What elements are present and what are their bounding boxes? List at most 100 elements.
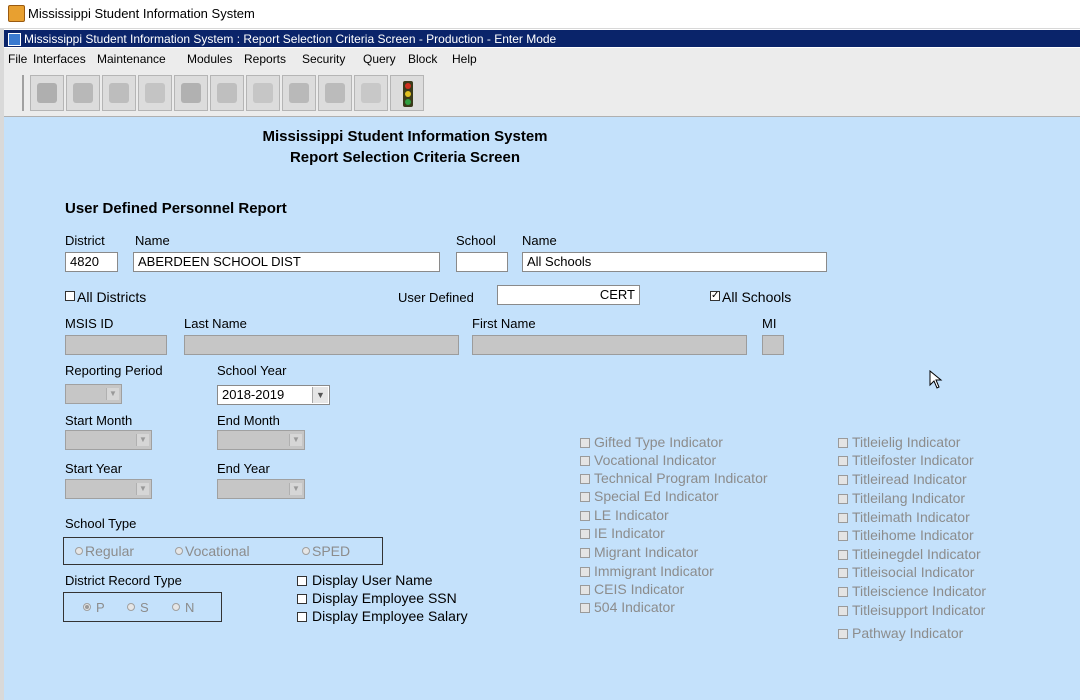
save-icon[interactable] [30, 75, 64, 111]
user-defined-label: User Defined [398, 290, 474, 305]
special-ed-indicator-checkbox[interactable] [580, 492, 590, 502]
record-type-n-label: N [185, 600, 195, 615]
district-label: District [65, 233, 105, 248]
titleielig-indicator-checkbox[interactable] [838, 438, 848, 448]
special-ed-indicator-label: Special Ed Indicator [594, 488, 719, 504]
reporting-period-select[interactable]: ▼ [65, 384, 122, 404]
district-name-label: Name [135, 233, 170, 248]
district-name-field[interactable]: ABERDEEN SCHOOL DIST [133, 252, 440, 272]
last-name-label: Last Name [184, 316, 247, 331]
display-employee-ssn-checkbox[interactable] [297, 594, 307, 604]
school-type-label: School Type [65, 516, 137, 531]
mi-field[interactable] [762, 335, 784, 355]
titleisupport-indicator-checkbox[interactable] [838, 606, 848, 616]
titleilang-indicator-checkbox[interactable] [838, 494, 848, 504]
school-type-vocational-radio[interactable] [175, 547, 183, 555]
end-month-select[interactable]: ▼ [217, 430, 305, 450]
titleifoster-indicator-checkbox[interactable] [838, 456, 848, 466]
menu-interfaces[interactable]: Interfaces [33, 52, 86, 66]
chevron-down-icon: ▼ [106, 388, 119, 400]
start-year-label: Start Year [65, 461, 123, 476]
titleiread-indicator-checkbox[interactable] [838, 475, 848, 485]
menu-block[interactable]: Block [408, 52, 437, 66]
edit-icon[interactable] [66, 75, 100, 111]
technical-program-indicator-checkbox[interactable] [580, 474, 590, 484]
titleinegdel-indicator-label: Titleinegdel Indicator [852, 546, 981, 562]
school-type-regular-radio[interactable] [75, 547, 83, 555]
menu-modules[interactable]: Modules [187, 52, 232, 66]
ceis-indicator-label: CEIS Indicator [594, 581, 685, 597]
all-schools-checkbox[interactable]: ✓ [710, 291, 720, 301]
last-name-field[interactable] [184, 335, 459, 355]
immigrant-indicator-checkbox[interactable] [580, 567, 590, 577]
district-code-field[interactable]: 4820 [65, 252, 118, 272]
document-icon[interactable] [102, 75, 136, 111]
end-year-select[interactable]: ▼ [217, 479, 305, 499]
record-type-n-radio[interactable] [172, 603, 180, 611]
display-user-name-checkbox[interactable] [297, 576, 307, 586]
menu-file[interactable]: File [8, 52, 27, 66]
record-type-p-radio[interactable] [83, 603, 91, 611]
titleimath-indicator-checkbox[interactable] [838, 513, 848, 523]
add-icon[interactable] [246, 75, 280, 111]
exit-icon[interactable] [318, 75, 352, 111]
titleiscience-indicator-checkbox[interactable] [838, 587, 848, 597]
end-year-label: End Year [217, 461, 270, 476]
titleihome-indicator-label: Titleihome Indicator [852, 527, 974, 543]
school-label: School [456, 233, 496, 248]
all-districts-checkbox[interactable] [65, 291, 75, 301]
vocational-indicator-checkbox[interactable] [580, 456, 590, 466]
menu-help[interactable]: Help [452, 52, 477, 66]
user-defined-field[interactable]: CERT [497, 285, 640, 305]
le-indicator-checkbox[interactable] [580, 511, 590, 521]
menu-maintenance[interactable]: Maintenance [97, 52, 166, 66]
chevron-down-icon: ▼ [289, 483, 302, 495]
eraser-icon[interactable] [138, 75, 172, 111]
504-indicator-checkbox[interactable] [580, 603, 590, 613]
chevron-down-icon: ▼ [136, 434, 149, 446]
chevron-down-icon: ▼ [136, 483, 149, 495]
gifted-type-indicator-checkbox[interactable] [580, 438, 590, 448]
start-month-label: Start Month [65, 413, 133, 428]
migrant-indicator-checkbox[interactable] [580, 548, 590, 558]
school-code-field[interactable] [456, 252, 508, 272]
toolbar-separator [22, 75, 24, 111]
titleihome-indicator-checkbox[interactable] [838, 531, 848, 541]
school-year-select[interactable]: 2018-2019 ▼ [217, 385, 330, 405]
page-title: Mississippi Student Information System [262, 128, 548, 145]
msis-id-field[interactable] [65, 335, 167, 355]
titleiscience-indicator-label: Titleiscience Indicator [852, 583, 987, 599]
school-type-sped-radio[interactable] [302, 547, 310, 555]
titleisocial-indicator-checkbox[interactable] [838, 568, 848, 578]
start-year-select[interactable]: ▼ [65, 479, 152, 499]
all-districts-label: All Districts [77, 289, 147, 305]
display-employee-salary-checkbox[interactable] [297, 612, 307, 622]
school-name-field[interactable]: All Schools [522, 252, 827, 272]
menu-security[interactable]: Security [302, 52, 345, 66]
print-icon[interactable] [174, 75, 208, 111]
ie-indicator-checkbox[interactable] [580, 529, 590, 539]
outer-title-bar: Mississippi Student Information System [0, 0, 1080, 29]
menu-reports[interactable]: Reports [244, 52, 286, 66]
start-month-select[interactable]: ▼ [65, 430, 152, 450]
display-user-name-label: Display User Name [312, 572, 433, 588]
chevron-down-icon: ▼ [289, 434, 302, 446]
help-icon[interactable] [354, 75, 388, 111]
school-type-vocational-label: Vocational [185, 543, 250, 559]
delete-icon[interactable] [282, 75, 316, 111]
pathway-indicator-checkbox[interactable] [838, 629, 848, 639]
titleinegdel-indicator-checkbox[interactable] [838, 550, 848, 560]
menu-query[interactable]: Query [363, 52, 396, 66]
titleiread-indicator-label: Titleiread Indicator [852, 471, 967, 487]
chevron-down-icon[interactable]: ▼ [312, 387, 328, 403]
record-type-s-radio[interactable] [127, 603, 135, 611]
ceis-indicator-checkbox[interactable] [580, 585, 590, 595]
search-icon[interactable] [210, 75, 244, 111]
end-month-label: End Month [217, 413, 280, 428]
titleifoster-indicator-label: Titleifoster Indicator [852, 452, 974, 468]
titleilang-indicator-label: Titleilang Indicator [852, 490, 966, 506]
first-name-field[interactable] [472, 335, 747, 355]
traffic-light-icon[interactable] [390, 75, 424, 111]
inner-title-bar: Mississippi Student Information System :… [4, 30, 1080, 47]
migrant-indicator-label: Migrant Indicator [594, 544, 699, 560]
